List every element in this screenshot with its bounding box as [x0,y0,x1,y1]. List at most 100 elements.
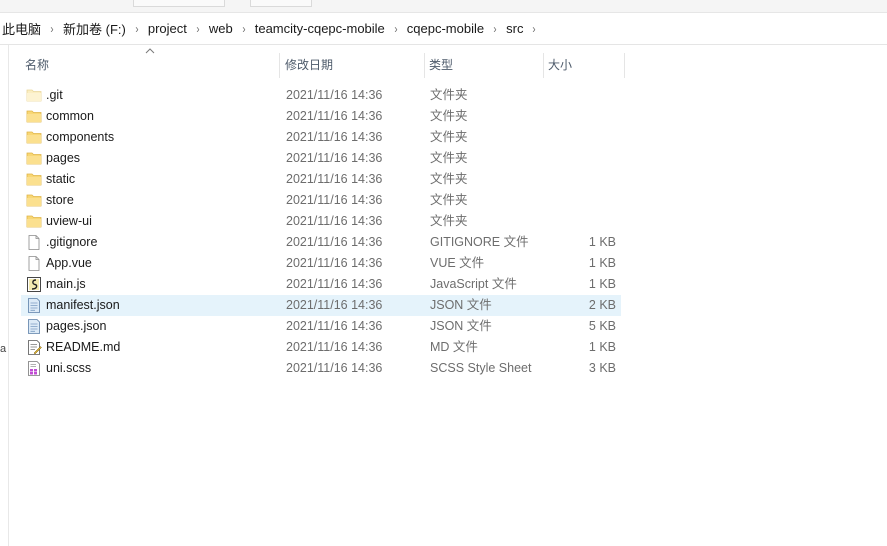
js-script-icon [26,277,42,292]
file-name: static [46,172,76,186]
file-row[interactable]: common 2021/11/16 14:36 文件夹 [21,106,621,127]
breadcrumb-item[interactable]: src [504,21,525,36]
breadcrumb-item[interactable]: cqepc-mobile [405,21,486,36]
column-headers: 名称 修改日期 类型 大小 [21,53,625,78]
file-row[interactable]: uview-ui 2021/11/16 14:36 文件夹 [21,211,621,232]
md-file-icon [26,340,42,355]
file-row[interactable]: main.js 2021/11/16 14:36 JavaScript 文件 1 KB [21,274,621,295]
chevron-right-icon[interactable]: › [45,22,59,36]
column-header-type-label: 类型 [429,58,454,72]
file-modified-date: 2021/11/16 14:36 [286,172,383,186]
address-bar[interactable]: 此电脑 › 新加卷 (F:) › project › web › teamcity-cqepc-… [0,13,887,45]
column-header-name-label: 名称 [25,58,50,72]
file-type: 文件夹 [430,130,468,144]
file-name: uni.scss [46,361,92,375]
file-modified-date: 2021/11/16 14:36 [286,193,383,207]
file-name: uview-ui [46,214,92,228]
file-row[interactable]: pages.json 2021/11/16 14:36 JSON 文件 5 KB [21,316,621,337]
file-name: pages [46,151,81,165]
file-type: 文件夹 [430,109,468,123]
chevron-right-icon[interactable]: › [237,22,251,36]
file-row[interactable]: .gitignore 2021/11/16 14:36 GITIGNORE 文件 1 … [21,232,621,253]
file-type: 文件夹 [430,151,468,165]
file-modified-date: 2021/11/16 14:36 [286,151,383,165]
blank-file-icon [26,256,42,271]
folder-icon [26,193,42,208]
file-size: 2 KB [588,298,616,312]
scss-file-icon [26,361,42,376]
breadcrumb-item[interactable]: teamcity-cqepc-mobile [253,21,387,36]
file-size: 1 KB [588,235,616,249]
breadcrumb-item[interactable]: project [146,21,189,36]
blank-file-icon [26,235,42,250]
folder-icon [26,109,42,124]
column-header-size-label: 大小 [548,58,573,72]
file-type: JSON 文件 [430,319,492,333]
folder-icon [26,130,42,145]
column-header-date-label: 修改日期 [285,58,334,72]
file-type: GITIGNORE 文件 [430,235,529,249]
chevron-right-icon[interactable]: › [488,22,502,36]
file-type: JSON 文件 [430,298,492,312]
file-name: App.vue [46,256,92,270]
file-modified-date: 2021/11/16 14:36 [286,319,383,333]
folder-icon [26,214,42,229]
file-row[interactable]: pages 2021/11/16 14:36 文件夹 [21,148,621,169]
file-row[interactable]: uni.scss 2021/11/16 14:36 SCSS Style Sheet… [21,358,621,379]
navigation-pane-item-text: a [0,343,7,355]
breadcrumb-item[interactable]: web [207,21,235,36]
file-name: .git [46,88,63,102]
column-header-type[interactable]: 类型 [425,53,544,78]
breadcrumb-item[interactable]: 此电脑 [0,19,43,38]
file-type: 文件夹 [430,214,468,228]
file-type: JavaScript 文件 [430,277,517,291]
column-header-date[interactable]: 修改日期 [281,53,425,78]
chevron-right-icon[interactable]: › [191,22,205,36]
ribbon-tab-edge [133,0,225,7]
file-row[interactable]: App.vue 2021/11/16 14:36 VUE 文件 1 KB [21,253,621,274]
json-file-icon [26,298,42,313]
chevron-right-icon[interactable]: › [527,22,541,36]
file-modified-date: 2021/11/16 14:36 [286,109,383,123]
file-name: common [46,109,94,123]
json-file-icon [26,319,42,334]
file-row[interactable]: .git 2021/11/16 14:36 文件夹 [21,85,621,106]
file-name: manifest.json [46,298,120,312]
file-modified-date: 2021/11/16 14:36 [286,256,383,270]
file-modified-date: 2021/11/16 14:36 [286,340,383,354]
file-modified-date: 2021/11/16 14:36 [286,235,383,249]
file-type: 文件夹 [430,88,468,102]
ribbon-tab-edge [250,0,312,7]
file-row-selected[interactable]: manifest.json 2021/11/16 14:36 JSON 文件 2 KB [21,295,621,316]
chevron-right-icon[interactable]: › [130,22,144,36]
navigation-pane[interactable]: a [0,45,9,546]
file-size: 3 KB [588,361,616,375]
file-name: pages.json [46,319,107,333]
file-size: 1 KB [588,256,616,270]
file-name: store [46,193,74,207]
file-type: 文件夹 [430,193,468,207]
breadcrumb-item[interactable]: 新加卷 (F:) [61,19,128,38]
file-name: main.js [46,277,86,291]
window-top-strip [0,0,887,13]
file-row[interactable]: static 2021/11/16 14:36 文件夹 [21,169,621,190]
file-row[interactable]: README.md 2021/11/16 14:36 MD 文件 1 KB [21,337,621,358]
column-header-size[interactable]: 大小 [544,53,625,78]
file-type: 文件夹 [430,172,468,186]
folder-icon-light [26,88,42,103]
chevron-right-icon[interactable]: › [389,22,403,36]
file-size: 1 KB [588,340,616,354]
file-modified-date: 2021/11/16 14:36 [286,88,383,102]
file-row[interactable]: components 2021/11/16 14:36 文件夹 [21,127,621,148]
file-type: SCSS Style Sheet [430,361,532,375]
folder-icon [26,172,42,187]
file-modified-date: 2021/11/16 14:36 [286,214,383,228]
file-name: components [46,130,115,144]
file-name: .gitignore [46,235,98,249]
file-type: VUE 文件 [430,256,485,270]
file-row[interactable]: store 2021/11/16 14:36 文件夹 [21,190,621,211]
folder-icon [26,151,42,166]
file-modified-date: 2021/11/16 14:36 [286,361,383,375]
column-header-name[interactable]: 名称 [21,53,280,78]
file-size: 5 KB [588,319,616,333]
